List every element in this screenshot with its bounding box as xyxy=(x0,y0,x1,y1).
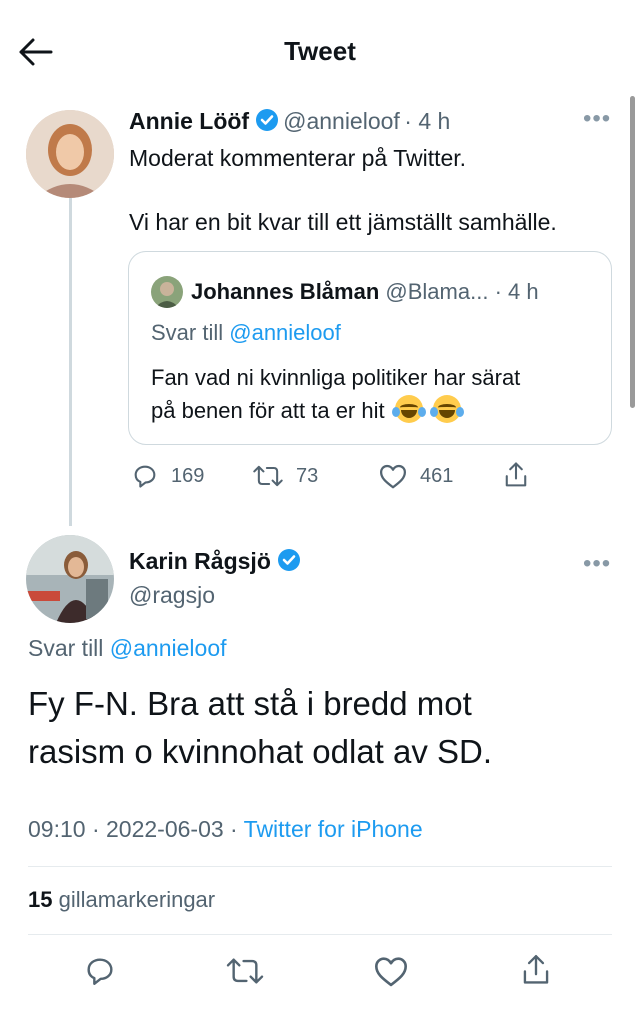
like-icon xyxy=(380,464,406,489)
page-title: Tweet xyxy=(284,36,356,66)
retweet-button[interactable] xyxy=(225,954,265,993)
reply-author-name[interactable]: Karin Rågsjö xyxy=(129,548,271,574)
more-icon[interactable]: ••• xyxy=(583,550,611,578)
like-icon xyxy=(375,957,407,987)
like-button[interactable] xyxy=(372,954,410,993)
reply-count: 169 xyxy=(171,464,205,487)
avatar-karin[interactable] xyxy=(26,535,114,623)
quoted-author-handle: @Blama... xyxy=(385,279,489,304)
tweet-time: · 4 h xyxy=(404,108,451,134)
quoted-reply-to: Svar till @annieloof xyxy=(151,320,341,345)
tweet-text-line1: Moderat kommenterar på Twitter. xyxy=(129,145,467,171)
reply-text-line1: Fy F-N. Bra att stå i bredd mot xyxy=(28,685,472,722)
tweet-source[interactable]: Twitter for iPhone xyxy=(244,816,423,842)
likes-summary-count: 15 xyxy=(28,887,53,912)
reply-button[interactable] xyxy=(83,954,117,993)
quoted-time: · 4 h xyxy=(494,279,539,304)
tweet-text-line2: Vi har en bit kvar till ett jämställt sa… xyxy=(129,209,557,235)
verified-icon xyxy=(277,548,301,577)
tweet-timestamp: 09:10 · 2022-06-03 · xyxy=(28,816,244,842)
reply-text-line2: rasism o kvinnohat odlat av SD. xyxy=(28,733,493,770)
verified-icon xyxy=(255,108,279,137)
reply-action[interactable]: 169 xyxy=(131,462,204,490)
reply-to: Svar till @annieloof xyxy=(28,635,227,661)
top-bar: Tweet xyxy=(0,0,640,100)
share-action[interactable] xyxy=(502,460,542,490)
likes-summary[interactable]: 15 gillamarkeringar xyxy=(28,887,215,913)
retweet-count: 73 xyxy=(296,464,319,487)
reply-author-handle[interactable]: @ragsjo xyxy=(129,582,215,609)
share-icon xyxy=(505,462,527,487)
author-name[interactable]: Annie Lööf xyxy=(129,108,249,134)
thread-line xyxy=(69,198,72,526)
like-count: 461 xyxy=(420,464,454,487)
quoted-author-name: Johannes Blåman xyxy=(191,279,380,304)
share-button[interactable] xyxy=(519,952,553,993)
avatar-annie[interactable] xyxy=(26,110,114,198)
divider xyxy=(28,934,612,935)
reply-author-name-row: Karin Rågsjö xyxy=(129,548,305,577)
quoted-header: Johannes Blåman @Blama... · 4 h xyxy=(191,279,539,305)
author-handle[interactable]: @annieloof xyxy=(283,108,400,134)
quoted-text-line2-wrap: på benen för att ta er hit xyxy=(151,395,464,426)
retweet-icon xyxy=(253,465,283,487)
scrollbar[interactable] xyxy=(630,96,635,408)
reply-text: Fy F-N. Bra att stå i bredd mot rasism o… xyxy=(28,680,492,776)
like-action[interactable]: 461 xyxy=(378,462,453,490)
quoted-text-line2: på benen för att ta er hit xyxy=(151,398,385,423)
reply-icon xyxy=(87,958,113,985)
share-icon xyxy=(523,954,549,984)
quoted-tweet[interactable]: Johannes Blåman @Blama... · 4 h Svar til… xyxy=(128,251,612,445)
laughing-emoji-icon xyxy=(429,395,464,423)
laughing-emoji-icon xyxy=(391,395,426,423)
tweet-header-annie: Annie Lööf @annieloof · 4 h xyxy=(129,108,450,137)
quoted-reply-handle[interactable]: @annieloof xyxy=(229,320,341,345)
retweet-action[interactable]: 73 xyxy=(252,462,318,490)
quoted-text-line1: Fan vad ni kvinnliga politiker har särat xyxy=(151,365,521,390)
divider xyxy=(28,866,612,867)
more-icon[interactable]: ••• xyxy=(583,105,611,133)
likes-summary-label: gillamarkeringar xyxy=(58,887,216,912)
retweet-icon xyxy=(226,958,264,984)
reply-icon xyxy=(134,465,156,488)
tweet-meta: 09:10 · 2022-06-03 · Twitter for iPhone xyxy=(28,816,423,843)
avatar-johannes xyxy=(151,276,183,308)
reply-to-handle[interactable]: @annieloof xyxy=(110,635,227,661)
